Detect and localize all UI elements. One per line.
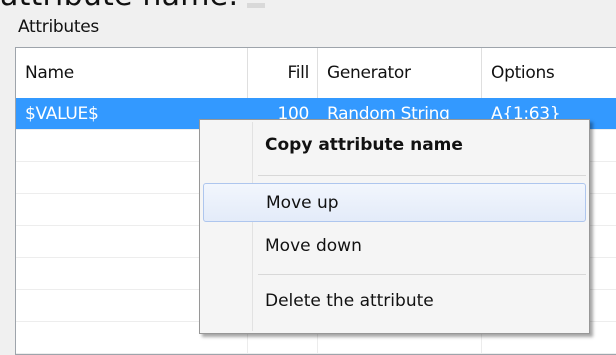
menu-item-move-up[interactable]: Move up: [203, 183, 586, 222]
column-header-options[interactable]: Options: [482, 48, 616, 98]
menu-item-move-down[interactable]: Move down: [203, 227, 586, 266]
column-header-fill[interactable]: Fill: [248, 48, 317, 98]
list-header: Name Fill Generator Options: [16, 48, 616, 99]
context-menu: Copy attribute name Move up Move down De…: [199, 119, 590, 334]
menu-separator: [258, 175, 586, 176]
menu-item-delete-attribute[interactable]: Delete the attribute: [203, 282, 586, 321]
column-header-name[interactable]: Name: [16, 48, 247, 98]
column-header-generator[interactable]: Generator: [318, 48, 481, 98]
menu-item-copy-attribute-name[interactable]: Copy attribute name: [203, 126, 586, 165]
menu-separator: [258, 274, 586, 275]
text-cursor-mark: [247, 3, 265, 8]
instruction-text: attribute name:: [0, 0, 239, 13]
attributes-group-label: Attributes: [18, 17, 99, 37]
